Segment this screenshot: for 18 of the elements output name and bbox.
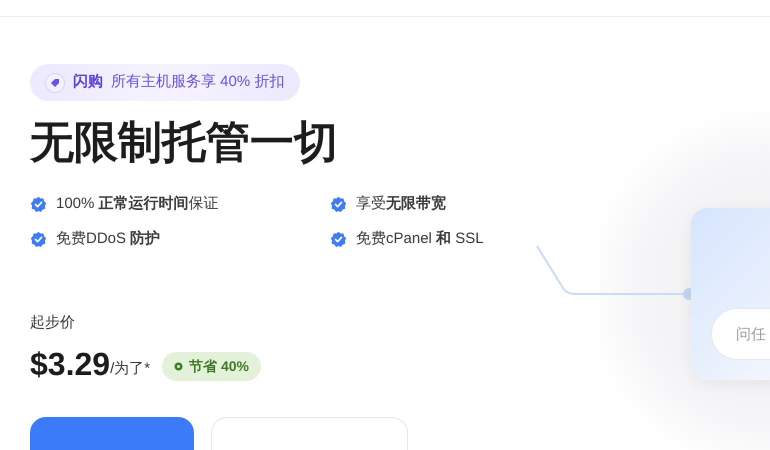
headline: 无限制托管一切 bbox=[30, 117, 339, 169]
feature-text: 免费cPanel 和 SSL bbox=[356, 228, 484, 249]
verified-check-icon bbox=[30, 230, 47, 248]
feature-text: 享受无限带宽 bbox=[356, 194, 446, 214]
promo-label: 闪购 bbox=[73, 72, 103, 92]
chat-input[interactable]: 问任 bbox=[711, 308, 770, 360]
dot-icon bbox=[174, 362, 184, 370]
feature-text: 100% 正常运行时间保证 bbox=[56, 194, 219, 214]
verified-check-icon bbox=[330, 196, 347, 212]
savings-text: 节省 40% bbox=[189, 356, 250, 376]
verified-check-icon bbox=[30, 196, 47, 212]
promo-text: 所有主机服务享 40% 折扣 bbox=[111, 72, 284, 92]
verified-check-icon bbox=[330, 230, 347, 248]
price: $3.29 bbox=[30, 344, 110, 382]
feature-text: 免费DDoS 防护 bbox=[56, 228, 160, 249]
price-label: 起步价 bbox=[30, 313, 75, 333]
price-unit: /为了* bbox=[110, 358, 150, 378]
tag-icon bbox=[45, 72, 65, 92]
